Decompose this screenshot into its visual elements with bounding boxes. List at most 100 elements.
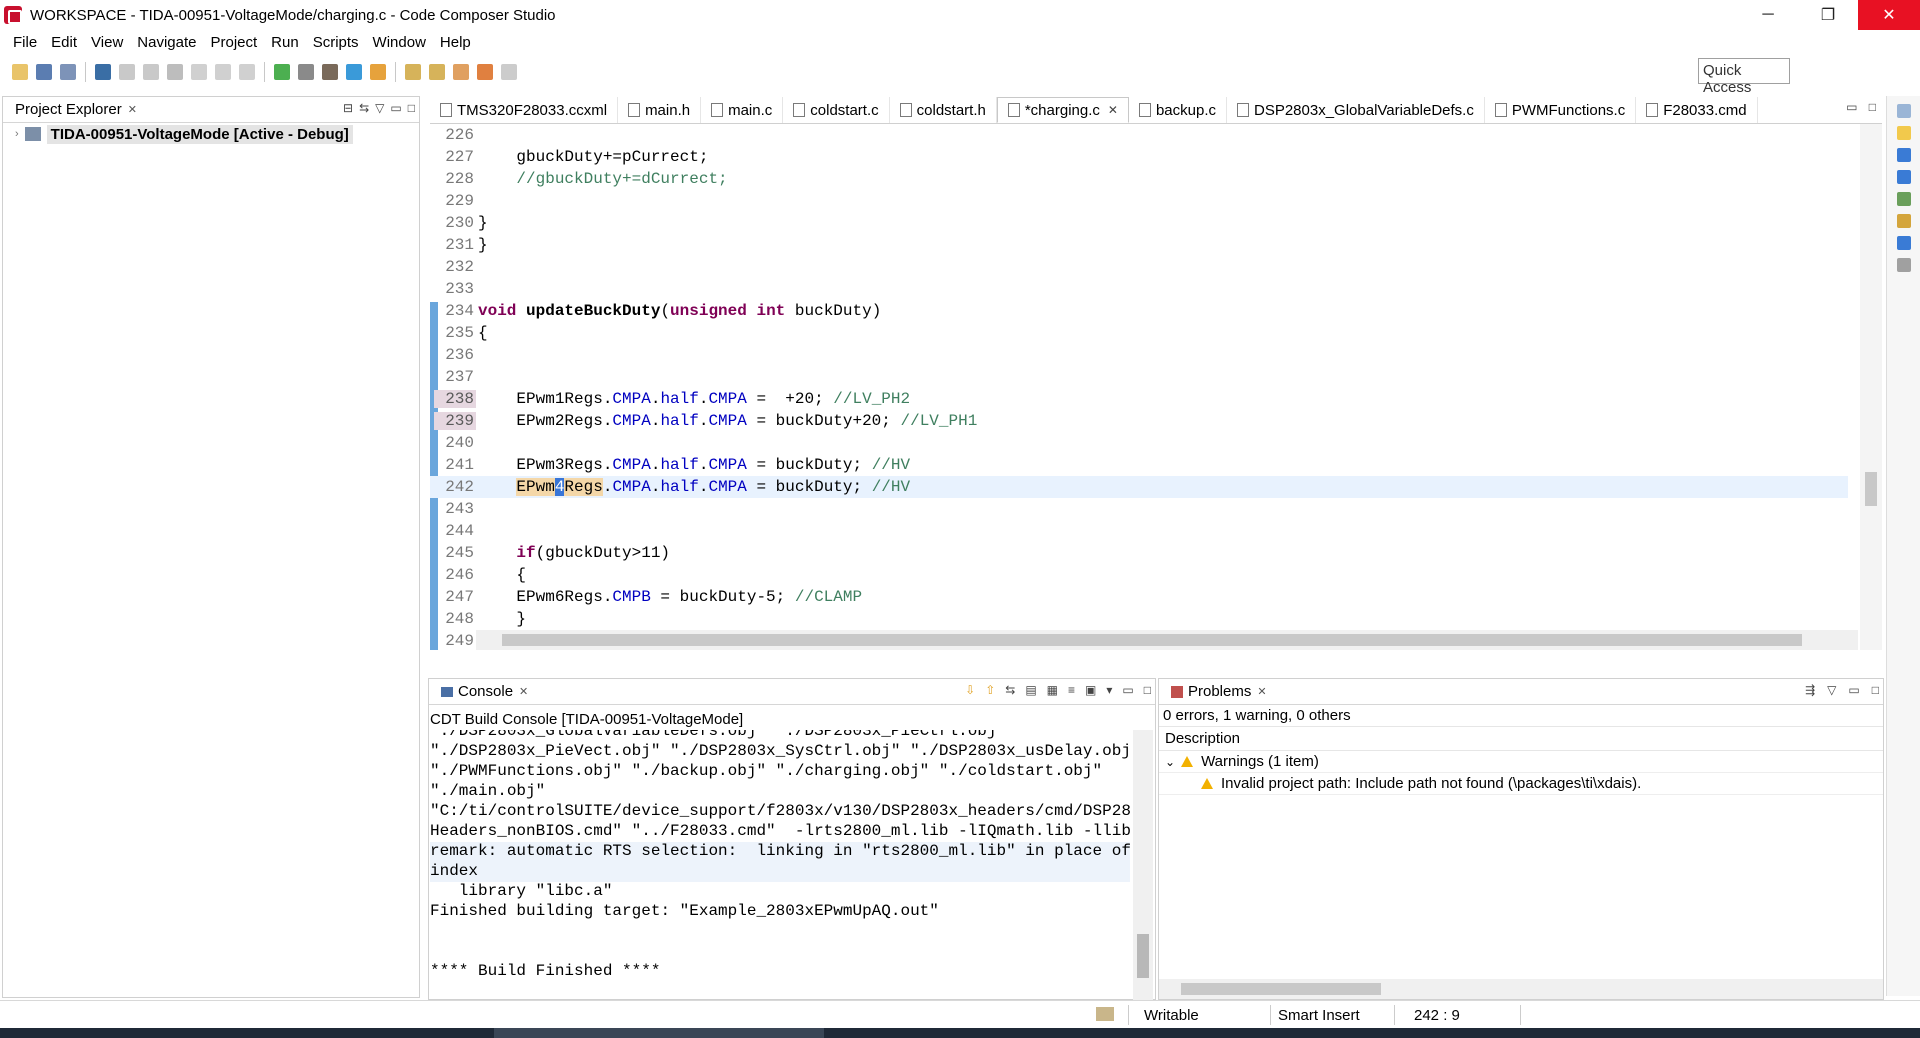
- step-return-icon[interactable]: [239, 64, 255, 80]
- code-line[interactable]: 244: [430, 520, 1848, 542]
- maximize-icon[interactable]: □: [1872, 683, 1879, 697]
- step-over-icon[interactable]: [215, 64, 231, 80]
- code-line[interactable]: 231}: [430, 234, 1848, 256]
- hammer-icon[interactable]: [322, 64, 338, 80]
- problem-item[interactable]: Invalid project path: Include path not f…: [1159, 773, 1883, 795]
- console-output[interactable]: "./DSP2803x_GlobalVariableDefs.obj" "./D…: [430, 730, 1130, 1000]
- code-line[interactable]: 229: [430, 190, 1848, 212]
- restore-button[interactable]: ❐: [1798, 0, 1858, 30]
- maximize-icon[interactable]: □: [408, 101, 415, 115]
- tab-problems[interactable]: Problems ✕: [1165, 679, 1273, 705]
- variables-icon[interactable]: [1896, 148, 1911, 162]
- editor-horizontal-scrollbar[interactable]: [476, 630, 1858, 650]
- lightbulb-icon[interactable]: [1896, 126, 1911, 140]
- menu-file[interactable]: File: [6, 34, 44, 51]
- code-line[interactable]: 240: [430, 432, 1848, 454]
- tab-globalvariabledefs-c[interactable]: DSP2803x_GlobalVariableDefs.c: [1227, 97, 1485, 123]
- menu-window[interactable]: Window: [366, 34, 433, 51]
- last-edit-icon[interactable]: [453, 64, 469, 80]
- project-tree-item[interactable]: › TIDA-00951-VoltageMode [Active - Debug…: [3, 123, 419, 145]
- next-annotation-icon[interactable]: [405, 64, 421, 80]
- close-icon[interactable]: ✕: [519, 685, 528, 698]
- forward-icon[interactable]: [501, 64, 517, 80]
- scrollbar-thumb[interactable]: [1865, 472, 1877, 506]
- code-line[interactable]: 227 gbuckDuty+=pCurrect;: [430, 146, 1848, 168]
- pin-console-icon[interactable]: ▦: [1047, 683, 1058, 697]
- code-line[interactable]: 246 {: [430, 564, 1848, 586]
- back-icon[interactable]: [477, 64, 493, 80]
- debug-icon[interactable]: [274, 64, 290, 80]
- terminate-icon[interactable]: [167, 64, 183, 80]
- code-line[interactable]: 245 if(gbuckDuty>11): [430, 542, 1848, 564]
- registers-icon[interactable]: [1896, 192, 1911, 206]
- search-icon[interactable]: [346, 64, 362, 80]
- close-icon[interactable]: ✕: [1108, 103, 1118, 117]
- maximize-icon[interactable]: □: [1869, 100, 1876, 114]
- maximize-icon[interactable]: □: [1144, 683, 1151, 697]
- current-code-line[interactable]: 242 EPwm4Regs.CMPA.half.CMPA = buckDuty;…: [430, 476, 1848, 498]
- menu-project[interactable]: Project: [203, 34, 264, 51]
- chevron-right-icon[interactable]: ›: [15, 128, 19, 140]
- code-line[interactable]: 233: [430, 278, 1848, 300]
- resume-icon[interactable]: [119, 64, 135, 80]
- code-line[interactable]: 248 }: [430, 608, 1848, 630]
- code-line[interactable]: 238 EPwm1Regs.CMPA.half.CMPA = +20; //LV…: [430, 388, 1848, 410]
- collapse-all-icon[interactable]: ⊟: [343, 101, 353, 115]
- tab-main-c[interactable]: main.c: [701, 97, 784, 123]
- previous-icon[interactable]: ⇧: [985, 683, 995, 697]
- next-icon[interactable]: ⇩: [965, 683, 975, 697]
- save-all-icon[interactable]: [60, 64, 76, 80]
- minimize-icon[interactable]: ▭: [1122, 683, 1133, 697]
- scroll-lock-icon[interactable]: ⇆: [1005, 683, 1015, 697]
- filter-icon[interactable]: ⇶: [1805, 683, 1815, 697]
- chevron-down-icon[interactable]: ⌄: [1165, 755, 1175, 769]
- menu-edit[interactable]: Edit: [44, 34, 84, 51]
- insert-mode-status[interactable]: Smart Insert: [1278, 1007, 1360, 1024]
- code-editor[interactable]: 226 227 gbuckDuty+=pCurrect; 228 //gbuck…: [430, 124, 1882, 650]
- flash-icon[interactable]: [298, 64, 314, 80]
- clear-console-icon[interactable]: ▤: [1025, 683, 1036, 697]
- code-line[interactable]: 237: [430, 366, 1848, 388]
- menu-navigate[interactable]: Navigate: [130, 34, 203, 51]
- minimize-button[interactable]: ─: [1738, 0, 1798, 30]
- tab-project-explorer[interactable]: Project Explorer ✕: [9, 97, 143, 123]
- view-menu-icon[interactable]: ▽: [375, 101, 384, 115]
- code-line[interactable]: 232: [430, 256, 1848, 278]
- memory-icon[interactable]: [1896, 236, 1911, 250]
- scrollbar-thumb[interactable]: [1181, 983, 1381, 995]
- close-icon[interactable]: ✕: [128, 103, 137, 116]
- expressions-icon[interactable]: [1896, 170, 1911, 184]
- tab-console[interactable]: Console ✕: [435, 679, 534, 705]
- code-line[interactable]: 236: [430, 344, 1848, 366]
- suspend-icon[interactable]: [143, 64, 159, 80]
- menu-help[interactable]: Help: [433, 34, 478, 51]
- code-line[interactable]: 230}: [430, 212, 1848, 234]
- minimize-icon[interactable]: ▭: [390, 101, 401, 115]
- code-line[interactable]: 235{: [430, 322, 1848, 344]
- new-icon[interactable]: [12, 64, 28, 80]
- code-line[interactable]: 234 void updateBuckDuty(unsigned int buck…: [430, 300, 1848, 322]
- code-line[interactable]: 247 EPwm6Regs.CMPB = buckDuty-5; //CLAMP: [430, 586, 1848, 608]
- code-line[interactable]: 239 EPwm2Regs.CMPA.half.CMPA = buckDuty+…: [430, 410, 1848, 432]
- scrollbar-thumb[interactable]: [502, 634, 1802, 646]
- problems-horizontal-scrollbar[interactable]: [1159, 979, 1883, 999]
- disassembly-icon[interactable]: [1896, 258, 1911, 272]
- editor-vertical-scrollbar[interactable]: [1860, 124, 1882, 650]
- cursor-position[interactable]: 242 : 9: [1414, 1007, 1460, 1024]
- tab-pwmfunctions-c[interactable]: PWMFunctions.c: [1485, 97, 1637, 123]
- tab-ccxml[interactable]: TMS320F28033.ccxml: [430, 97, 619, 123]
- quick-access-field[interactable]: Quick Access: [1698, 58, 1790, 96]
- perspective-icon[interactable]: [1896, 104, 1911, 118]
- close-button[interactable]: ✕: [1858, 0, 1920, 30]
- save-icon[interactable]: [36, 64, 52, 80]
- step-into-icon[interactable]: [191, 64, 207, 80]
- code-line[interactable]: 243: [430, 498, 1848, 520]
- new-console-icon[interactable]: ▾: [1106, 683, 1112, 697]
- code-line[interactable]: 226: [430, 124, 1848, 146]
- build-icon[interactable]: [95, 64, 111, 80]
- tab-f28033-cmd[interactable]: F28033.cmd: [1636, 97, 1758, 123]
- menu-view[interactable]: View: [84, 34, 130, 51]
- tab-coldstart-h[interactable]: coldstart.h: [890, 97, 997, 123]
- tab-backup-c[interactable]: backup.c: [1129, 97, 1227, 123]
- code-line[interactable]: 228 //gbuckDuty+=dCurrect;: [430, 168, 1848, 190]
